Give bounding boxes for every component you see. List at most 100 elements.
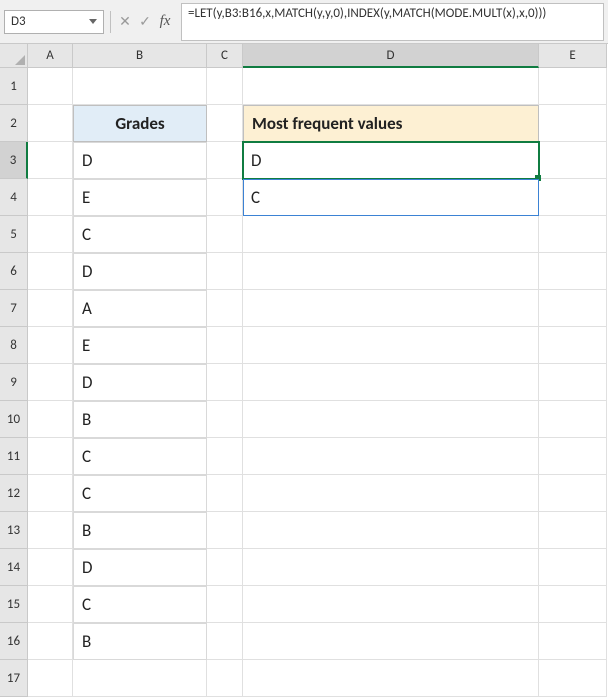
cell-C2[interactable] [207, 105, 243, 142]
row-header-13[interactable]: 13 [0, 512, 28, 549]
row-header-10[interactable]: 10 [0, 401, 28, 438]
cell-A12[interactable] [28, 475, 73, 512]
grade-cell-16[interactable]: B [73, 623, 207, 660]
grade-cell-7[interactable]: A [73, 290, 207, 327]
cell-D11[interactable] [243, 438, 539, 475]
cell-C3[interactable] [207, 142, 243, 179]
cell-E7[interactable] [539, 290, 607, 327]
result-cell-4[interactable]: C [243, 179, 539, 216]
cell-D7[interactable] [243, 290, 539, 327]
cell-E9[interactable] [539, 364, 607, 401]
cell-D8[interactable] [243, 327, 539, 364]
row-header-3[interactable]: 3 [0, 142, 28, 179]
cell-C17[interactable] [207, 660, 243, 697]
row-header-1[interactable]: 1 [0, 68, 28, 105]
cell-A17[interactable] [28, 660, 73, 697]
header-results[interactable]: Most frequent values [243, 105, 539, 142]
cell-C1[interactable] [207, 68, 243, 105]
cell-D1[interactable] [243, 68, 539, 105]
row-header-16[interactable]: 16 [0, 623, 28, 660]
cancel-icon[interactable]: ✕ [115, 11, 135, 33]
col-header-C[interactable]: C [207, 44, 243, 68]
cell-A6[interactable] [28, 253, 73, 290]
cell-D17[interactable] [243, 660, 539, 697]
cell-C15[interactable] [207, 586, 243, 623]
row-header-2[interactable]: 2 [0, 105, 28, 142]
col-header-E[interactable]: E [539, 44, 607, 68]
cell-A7[interactable] [28, 290, 73, 327]
grade-cell-3[interactable]: D [73, 142, 207, 179]
cell-D5[interactable] [243, 216, 539, 253]
grade-cell-8[interactable]: E [73, 327, 207, 364]
grade-cell-13[interactable]: B [73, 512, 207, 549]
chevron-down-icon[interactable] [89, 19, 97, 24]
cell-D9[interactable] [243, 364, 539, 401]
row-header-5[interactable]: 5 [0, 216, 28, 253]
cell-C6[interactable] [207, 253, 243, 290]
cell-A14[interactable] [28, 549, 73, 586]
cell-D12[interactable] [243, 475, 539, 512]
cell-A16[interactable] [28, 623, 73, 660]
cell-A10[interactable] [28, 401, 73, 438]
row-header-17[interactable]: 17 [0, 660, 28, 697]
check-icon[interactable]: ✓ [135, 11, 155, 33]
cell-B1[interactable] [73, 68, 207, 105]
header-grades[interactable]: Grades [73, 105, 207, 142]
name-box[interactable]: D3 [4, 10, 104, 34]
cell-D16[interactable] [243, 623, 539, 660]
result-cell-3[interactable]: D [243, 142, 539, 179]
cell-A3[interactable] [28, 142, 73, 179]
row-header-6[interactable]: 6 [0, 253, 28, 290]
cell-A1[interactable] [28, 68, 73, 105]
cell-A11[interactable] [28, 438, 73, 475]
cell-C8[interactable] [207, 327, 243, 364]
cell-C11[interactable] [207, 438, 243, 475]
fx-icon[interactable]: fx [155, 11, 175, 33]
cell-D14[interactable] [243, 549, 539, 586]
cell-A5[interactable] [28, 216, 73, 253]
cell-C16[interactable] [207, 623, 243, 660]
cell-A4[interactable] [28, 179, 73, 216]
cell-C4[interactable] [207, 179, 243, 216]
cell-E5[interactable] [539, 216, 607, 253]
row-header-14[interactable]: 14 [0, 549, 28, 586]
cell-E3[interactable] [539, 142, 607, 179]
cell-A15[interactable] [28, 586, 73, 623]
cell-E6[interactable] [539, 253, 607, 290]
row-header-11[interactable]: 11 [0, 438, 28, 475]
col-header-A[interactable]: A [28, 44, 73, 68]
cell-B17[interactable] [73, 660, 207, 697]
cell-E17[interactable] [539, 660, 607, 697]
cell-D13[interactable] [243, 512, 539, 549]
cell-E4[interactable] [539, 179, 607, 216]
cell-E13[interactable] [539, 512, 607, 549]
cell-E15[interactable] [539, 586, 607, 623]
grade-cell-11[interactable]: C [73, 438, 207, 475]
cell-A2[interactable] [28, 105, 73, 142]
grade-cell-15[interactable]: C [73, 586, 207, 623]
grade-cell-6[interactable]: D [73, 253, 207, 290]
grade-cell-4[interactable]: E [73, 179, 207, 216]
col-header-B[interactable]: B [73, 44, 207, 68]
cell-E2[interactable] [539, 105, 607, 142]
cell-C14[interactable] [207, 549, 243, 586]
grade-cell-14[interactable]: D [73, 549, 207, 586]
select-all-corner[interactable] [0, 44, 28, 68]
col-header-D[interactable]: D [243, 44, 539, 68]
grade-cell-9[interactable]: D [73, 364, 207, 401]
cell-C13[interactable] [207, 512, 243, 549]
grade-cell-12[interactable]: C [73, 475, 207, 512]
row-header-8[interactable]: 8 [0, 327, 28, 364]
cell-C7[interactable] [207, 290, 243, 327]
grade-cell-5[interactable]: C [73, 216, 207, 253]
row-header-9[interactable]: 9 [0, 364, 28, 401]
row-header-15[interactable]: 15 [0, 586, 28, 623]
row-header-7[interactable]: 7 [0, 290, 28, 327]
cell-D6[interactable] [243, 253, 539, 290]
cell-E12[interactable] [539, 475, 607, 512]
cell-E16[interactable] [539, 623, 607, 660]
cell-C9[interactable] [207, 364, 243, 401]
cell-E14[interactable] [539, 549, 607, 586]
cell-A8[interactable] [28, 327, 73, 364]
row-header-4[interactable]: 4 [0, 179, 28, 216]
